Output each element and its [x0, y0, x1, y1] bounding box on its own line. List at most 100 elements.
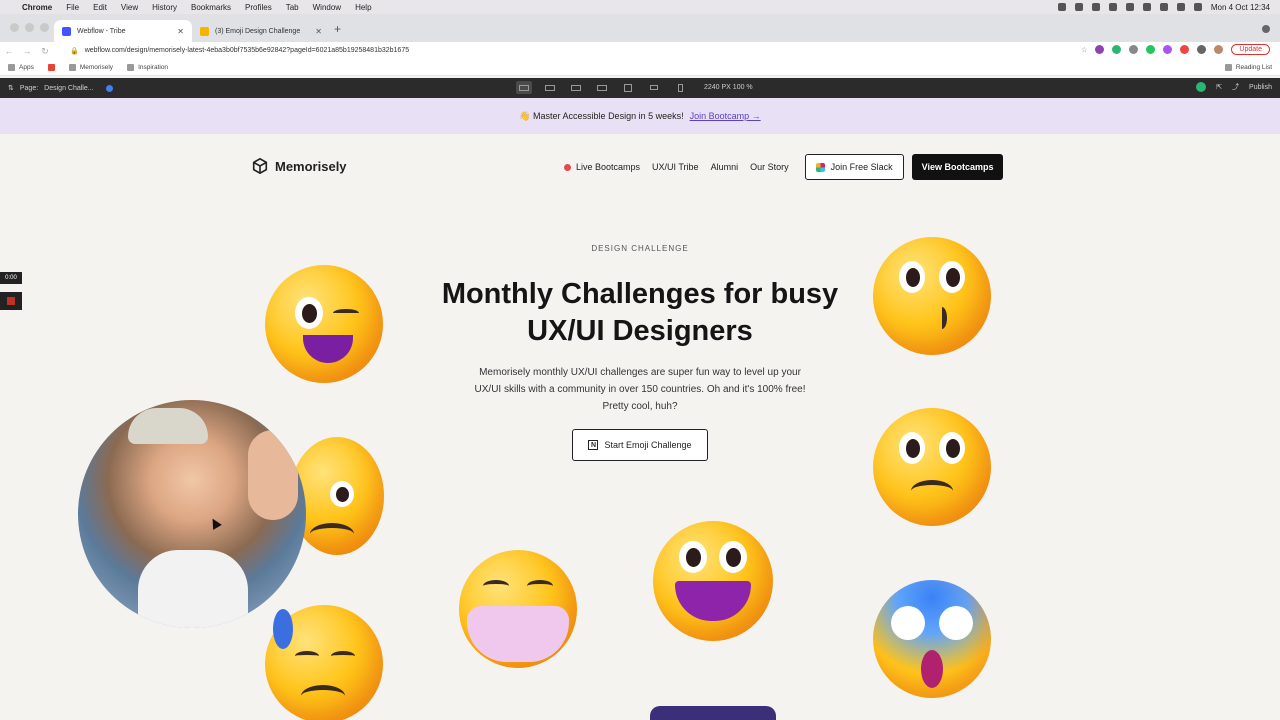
- address-bar[interactable]: 🔒 webflow.com/design/memorisely-latest-4…: [62, 43, 1060, 58]
- menu-bookmarks[interactable]: Bookmarks: [191, 3, 231, 12]
- menu-app-name[interactable]: Chrome: [22, 3, 52, 12]
- slack-icon: [815, 162, 825, 172]
- breakpoint-mobile-landscape[interactable]: [646, 81, 662, 94]
- record-icon[interactable]: [1091, 3, 1100, 11]
- nav-alumni[interactable]: Alumni: [711, 162, 739, 172]
- bluetooth-icon[interactable]: [1125, 3, 1134, 11]
- puzzle-icon[interactable]: [1197, 45, 1207, 54]
- close-window-button[interactable]: [10, 23, 19, 32]
- face-mask: [467, 606, 569, 662]
- share-icon[interactable]: ⤴: [1232, 82, 1239, 92]
- site-logo[interactable]: Memorisely: [251, 157, 347, 175]
- live-dot-icon: [564, 164, 571, 172]
- banner-text: 👋 Master Accessible Design in 5 weeks!: [519, 110, 684, 121]
- new-tab-button[interactable]: +: [334, 22, 341, 36]
- extension-icon[interactable]: [1146, 45, 1156, 54]
- control-center-icon[interactable]: [1176, 3, 1185, 11]
- tab-webflow[interactable]: Webflow - Tribe ✕: [54, 20, 192, 42]
- bookmark-memorisely[interactable]: Memorisely: [68, 64, 113, 71]
- winking-face-emoji: [265, 265, 383, 383]
- site-nav: Live Bootcamps UX/UI Tribe Alumni Our St…: [564, 154, 1004, 180]
- presenter-hand: [248, 430, 298, 520]
- menu-history[interactable]: History: [152, 3, 177, 12]
- tab-title: Webflow - Tribe: [77, 27, 126, 35]
- tab-search-icon[interactable]: [1262, 25, 1270, 33]
- dropbox-icon[interactable]: [1057, 3, 1066, 11]
- menu-profiles[interactable]: Profiles: [245, 3, 272, 12]
- stop-recording-button[interactable]: [0, 292, 22, 310]
- emoji-eye: [899, 261, 925, 293]
- breakpoint-desktop-large[interactable]: [516, 81, 532, 94]
- clock[interactable]: Mon 4 Oct 12:34: [1211, 3, 1270, 12]
- toolbar: ← → ↻ 🔒 webflow.com/design/memorisely-la…: [0, 42, 1280, 60]
- memorisely-logo-icon: [252, 157, 268, 175]
- menu-help[interactable]: Help: [355, 3, 371, 12]
- reload-button[interactable]: ↻: [36, 46, 54, 57]
- menu-window[interactable]: Window: [313, 3, 341, 12]
- frowning-face-emoji: [873, 408, 991, 526]
- camera-icon[interactable]: [1129, 45, 1139, 54]
- extensions: ☆ Update: [1081, 44, 1270, 55]
- start-challenge-button[interactable]: N Start Emoji Challenge: [572, 429, 708, 461]
- siri-icon[interactable]: [1193, 3, 1202, 11]
- emoji-mouth: [303, 335, 353, 363]
- minimize-window-button[interactable]: [25, 23, 34, 32]
- macos-menubar: Chrome File Edit View History Bookmarks …: [0, 0, 1280, 14]
- menu-tab[interactable]: Tab: [286, 3, 299, 12]
- page-selector[interactable]: ⇅ Page: Design Challe...: [8, 84, 113, 92]
- close-tab-icon[interactable]: ✕: [177, 27, 184, 36]
- window-controls: [10, 23, 49, 32]
- close-tab-icon[interactable]: ✕: [315, 27, 322, 36]
- folder-icon: [68, 64, 76, 71]
- nav-ux-ui-tribe[interactable]: UX/UI Tribe: [652, 162, 699, 172]
- emoji-eye: [295, 651, 319, 661]
- status-area: Mon 4 Oct 12:34: [1057, 3, 1270, 12]
- sunglasses-emoji: [650, 706, 776, 720]
- join-bootcamp-link[interactable]: Join Bootcamp →: [690, 111, 761, 121]
- breakpoint-tablet[interactable]: [620, 81, 636, 94]
- breakpoint-desktop[interactable]: [542, 81, 558, 94]
- breakpoint-laptop[interactable]: [568, 81, 584, 94]
- menu-edit[interactable]: Edit: [93, 3, 107, 12]
- saved-status-icon: [1196, 82, 1207, 92]
- tab-emoji-challenge[interactable]: (3) Emoji Design Challenge ✕: [192, 20, 330, 42]
- extension-icon[interactable]: [1163, 45, 1173, 54]
- nav-live-bootcamps[interactable]: Live Bootcamps: [564, 162, 640, 172]
- zoom-window-button[interactable]: [40, 23, 49, 32]
- play-icon[interactable]: [1108, 3, 1117, 11]
- view-bootcamps-button[interactable]: View Bootcamps: [911, 154, 1004, 180]
- publish-button[interactable]: Publish: [1249, 84, 1272, 91]
- emoji-mouth: [310, 523, 354, 545]
- update-button[interactable]: Update: [1231, 44, 1270, 55]
- bookmark-gmail[interactable]: [47, 64, 55, 71]
- tab-bar: Webflow - Tribe ✕ (3) Emoji Design Chall…: [0, 14, 1280, 42]
- nav-our-story[interactable]: Our Story: [750, 162, 789, 172]
- nav-label: Live Bootcamps: [576, 162, 641, 172]
- avatar[interactable]: [1214, 45, 1224, 54]
- settings-icon[interactable]: [1074, 3, 1083, 11]
- back-button[interactable]: ←: [0, 46, 18, 56]
- breakpoint-base[interactable]: [594, 81, 610, 94]
- sad-sweat-face-emoji: [265, 605, 383, 720]
- reading-list[interactable]: Reading List: [1224, 64, 1272, 71]
- breakpoint-mobile[interactable]: [672, 81, 688, 94]
- extension-icon[interactable]: [1095, 45, 1105, 54]
- menu-view[interactable]: View: [121, 3, 138, 12]
- search-icon[interactable]: [1159, 3, 1168, 11]
- wifi-icon[interactable]: [1142, 3, 1151, 11]
- bookmark-star-icon[interactable]: ☆: [1081, 46, 1087, 54]
- mask-face-emoji: [459, 550, 577, 668]
- emoji-eye: [331, 651, 355, 661]
- forward-button[interactable]: →: [18, 46, 36, 56]
- export-icon[interactable]: ⇱: [1216, 83, 1222, 91]
- menu-file[interactable]: File: [66, 3, 79, 12]
- page-label: Page:: [19, 84, 39, 92]
- bookmark-inspiration[interactable]: Inspiration: [127, 64, 168, 71]
- join-slack-button[interactable]: Join Free Slack: [804, 154, 904, 180]
- bookmark-apps[interactable]: Apps: [8, 64, 34, 71]
- emoji-mouth: [921, 650, 943, 688]
- grammarly-icon[interactable]: [1112, 45, 1122, 54]
- extension-icon[interactable]: [1180, 45, 1190, 54]
- reading-list-label: Reading List: [1235, 64, 1272, 71]
- presenter-shirt: [138, 550, 248, 628]
